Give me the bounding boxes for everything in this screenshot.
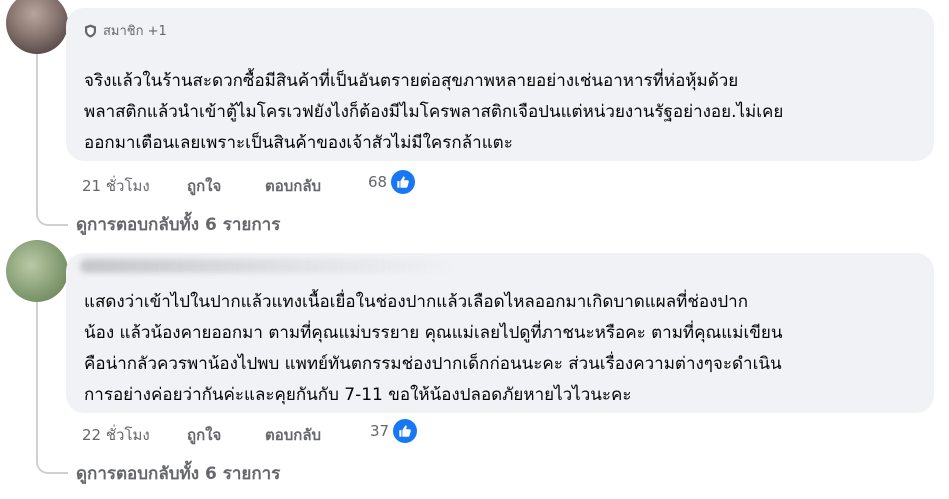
redacted-author-name [80, 259, 460, 273]
thread-line [36, 54, 68, 226]
avatar[interactable] [6, 240, 68, 302]
comment-line: คือน่ากลัวควรพาน้องไปพบ แพทย์ทันตกรรมช่อ… [84, 354, 782, 374]
avatar[interactable] [6, 0, 68, 54]
comment-timestamp[interactable]: 21 ชั่วโมง [82, 174, 187, 198]
comment-text: แสดงว่าเข้าไปในปากแล้วแทงเนื้อเยื่อในช่อ… [84, 287, 910, 411]
like-button[interactable]: ถูกใจ [187, 423, 265, 447]
like-reaction-icon [391, 170, 416, 194]
comment-line: น้อง แล้วน้องคายออกมา ตามที่คุณแม่บรรยาย… [84, 323, 783, 343]
reaction-count: 37 [370, 422, 390, 440]
comment-section: สมาชิก +1 จริงแล้วในร้านสะดวกซื้อมีสินค้… [0, 0, 949, 499]
comment-actions: 21 ชั่วโมง ถูกใจ ตอบกลับ [82, 174, 405, 198]
member-badge-label: สมาชิก +1 [103, 24, 167, 39]
comment-timestamp[interactable]: 22 ชั่วโมง [82, 423, 187, 447]
member-badge: สมาชิก +1 [84, 20, 167, 41]
like-reaction-icon [393, 419, 418, 443]
comment-bubble: แสดงว่าเข้าไปในปากแล้วแทงเนื้อเยื่อในช่อ… [66, 253, 934, 413]
comment-bubble: สมาชิก +1 จริงแล้วในร้านสะดวกซื้อมีสินค้… [66, 8, 934, 161]
reaction-summary[interactable]: 37 [370, 419, 418, 443]
like-button[interactable]: ถูกใจ [187, 174, 265, 198]
comment-line: ออกมาเตือนเลยเพราะเป็นสินค้าของเจ้าสัวไม… [84, 133, 513, 153]
comment-line: พลาสติกแล้วนำเข้าตู้ไมโครเวฟยังไงก็ต้องม… [84, 102, 784, 122]
view-replies-link[interactable]: ดูการตอบกลับทั้ง 6 รายการ [76, 211, 280, 238]
reaction-summary[interactable]: 68 [368, 170, 416, 194]
comment-actions: 22 ชั่วโมง ถูกใจ ตอบกลับ [82, 423, 405, 447]
thread-line [36, 302, 68, 474]
shield-icon [85, 24, 96, 37]
view-replies-link[interactable]: ดูการตอบกลับทั้ง 6 รายการ [76, 460, 280, 487]
comment-line: แสดงว่าเข้าไปในปากแล้วแทงเนื้อเยื่อในช่อ… [84, 292, 749, 312]
comment-line: การอย่างค่อยว่ากันค่ะและคุยกันกับ 7-11 ข… [84, 385, 632, 405]
comment-text: จริงแล้วในร้านสะดวกซื้อมีสินค้าที่เป็นอั… [84, 66, 910, 159]
reaction-count: 68 [368, 173, 388, 191]
comment-line: จริงแล้วในร้านสะดวกซื้อมีสินค้าที่เป็นอั… [84, 71, 739, 91]
